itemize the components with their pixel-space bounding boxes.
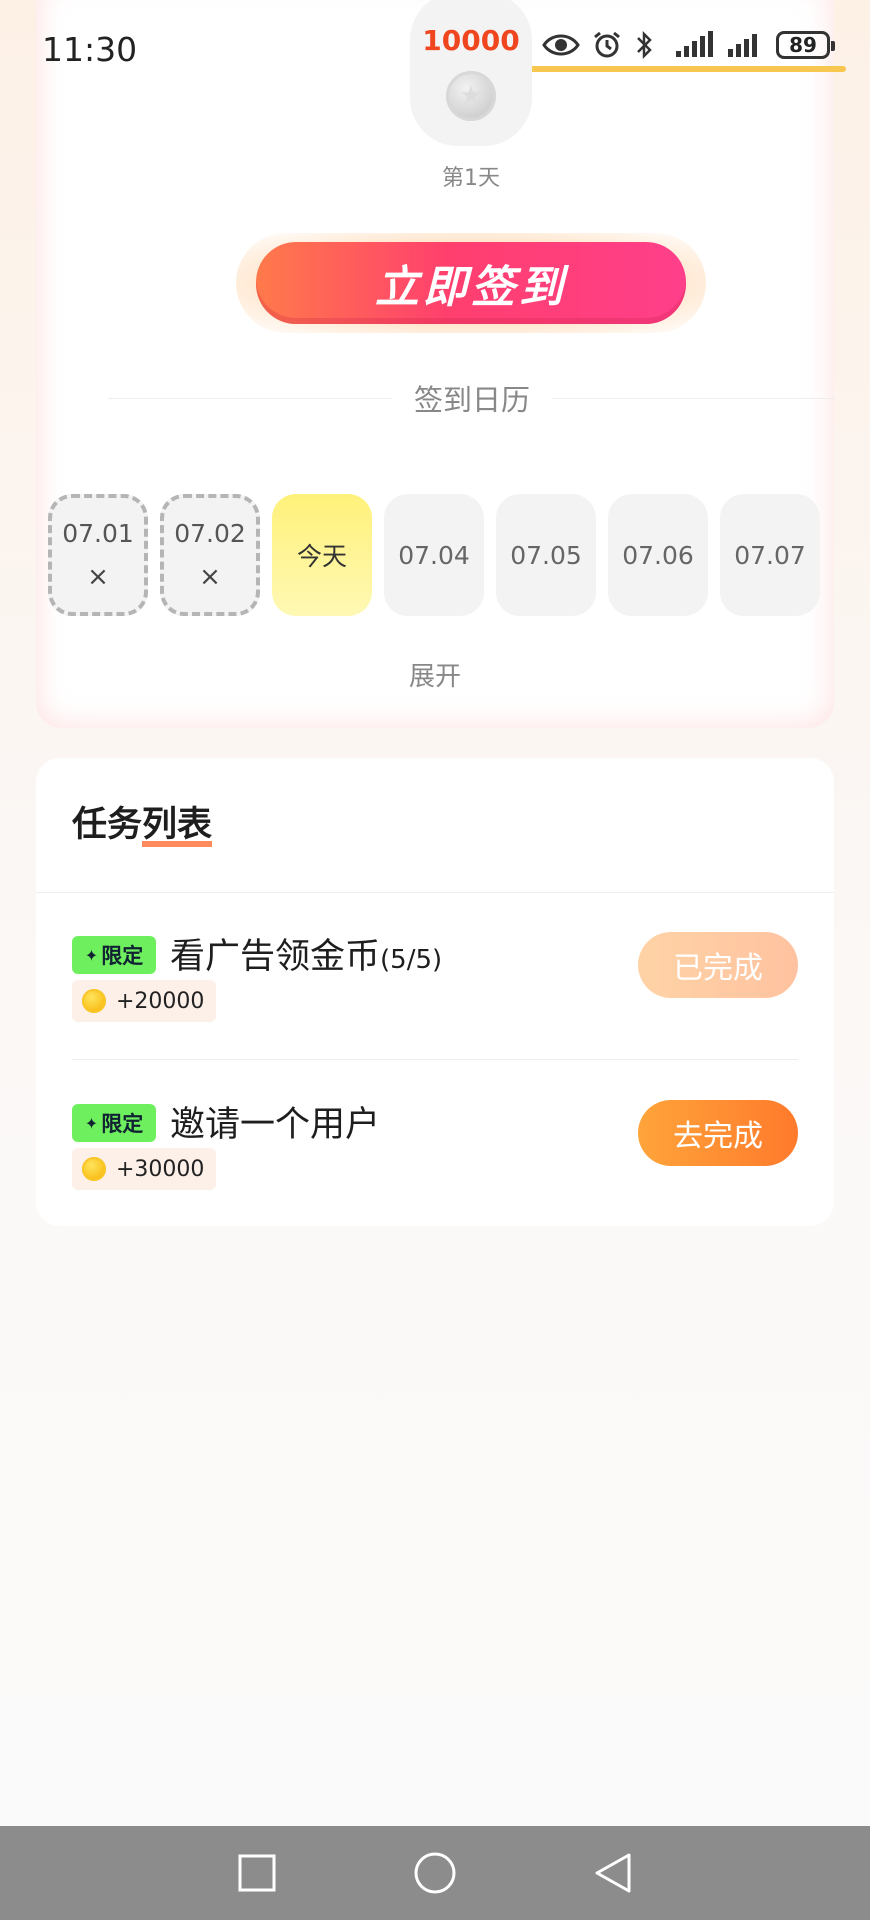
calendar-title-row: 签到日历 — [108, 380, 837, 417]
divider — [36, 892, 834, 893]
calendar-day-today[interactable]: 今天 — [272, 494, 372, 616]
task-reward-amount: +20000 — [116, 988, 205, 1014]
status-icons: 89 — [542, 30, 835, 60]
alarm-icon — [592, 30, 622, 60]
day-date: 07.05 — [510, 540, 582, 570]
task-title: 邀请一个用户 — [170, 1096, 380, 1147]
divider — [108, 397, 392, 399]
calendar-day-0702[interactable]: 07.02 × — [160, 494, 260, 616]
back-button[interactable] — [589, 1849, 637, 1897]
task-go-complete-button[interactable]: 去完成 — [638, 1100, 798, 1166]
recent-apps-button[interactable] — [233, 1849, 281, 1897]
battery-level: 89 — [789, 33, 817, 57]
heading-part: 任务 — [72, 805, 143, 845]
badge-label: 限定 — [101, 1112, 144, 1136]
day-date: 07.06 — [622, 540, 694, 570]
status-time: 11:30 — [42, 30, 138, 69]
task-completed-button[interactable]: 已完成 — [638, 932, 798, 998]
coin-icon — [82, 989, 106, 1013]
day-date: 07.04 — [398, 540, 470, 570]
task-list-card: 任务列表 ✦ 限定 看广告领金币(5/5) +20000 已完成 ✦ 限定 邀请一个… — [36, 758, 834, 1226]
missed-icon: × — [199, 561, 221, 592]
day-label: 第1天 — [442, 166, 500, 191]
task-item-watch-ad: ✦ 限定 看广告领金币(5/5) +20000 已完成 — [72, 928, 798, 1058]
task-item-invite-user: ✦ 限定 邀请一个用户 +30000 去完成 — [72, 1096, 798, 1226]
task-reward: +30000 — [72, 1148, 217, 1190]
expand-calendar-link[interactable]: 展开 — [0, 656, 870, 693]
task-title-text: 邀请一个用户 — [170, 1105, 381, 1145]
task-list-heading: 任务列表 — [72, 796, 213, 847]
day-date: 07.02 — [174, 518, 246, 548]
calendar-day-0707[interactable]: 07.07 — [720, 494, 820, 616]
task-reward: +20000 — [72, 980, 217, 1022]
task-title-text: 看广告领金币 — [170, 937, 381, 977]
calendar-row: 07.01 × 07.02 × 今天 07.04 07.05 07.06 07.… — [48, 494, 820, 616]
calendar-day-0701[interactable]: 07.01 × — [48, 494, 148, 616]
bluetooth-icon — [634, 30, 654, 60]
eye-icon — [542, 32, 580, 58]
calendar-day-0704[interactable]: 07.04 — [384, 494, 484, 616]
task-title: 看广告领金币(5/5) — [170, 928, 442, 979]
limited-badge: ✦ 限定 — [72, 1104, 156, 1142]
calendar-title: 签到日历 — [414, 383, 531, 417]
home-button[interactable] — [411, 1849, 459, 1897]
battery-icon: 89 — [776, 31, 835, 59]
sign-in-button[interactable]: 立即签到 — [236, 233, 706, 333]
sparkle-icon: ✦ — [84, 1113, 99, 1133]
heading-part-underlined: 列表 — [142, 805, 213, 847]
signal-icon — [666, 31, 714, 59]
back-triangle-icon — [595, 1853, 631, 1893]
checkin-card: 10000 ★ 第1天 立即签到 签到日历 — [36, 0, 846, 728]
status-bar: 11:30 89 — [0, 0, 870, 100]
day-date: 今天 — [296, 542, 347, 571]
divider — [552, 397, 837, 399]
task-reward-amount: +30000 — [116, 1156, 205, 1182]
coin-icon — [82, 1157, 106, 1181]
task-progress-count: (5/5) — [380, 945, 443, 975]
calendar-day-0706[interactable]: 07.06 — [608, 494, 708, 616]
system-nav-bar — [0, 1826, 870, 1920]
square-icon — [238, 1854, 276, 1892]
day-date: 07.01 — [62, 518, 134, 548]
circle-icon — [414, 1852, 456, 1894]
sparkle-icon: ✦ — [84, 945, 99, 965]
badge-label: 限定 — [101, 944, 144, 968]
missed-icon: × — [87, 561, 109, 592]
signal-icon — [726, 31, 764, 59]
divider — [72, 1059, 798, 1060]
limited-badge: ✦ 限定 — [72, 936, 156, 974]
sign-in-button-label: 立即签到 — [256, 242, 686, 324]
calendar-day-0705[interactable]: 07.05 — [496, 494, 596, 616]
day-date: 07.07 — [734, 540, 806, 570]
